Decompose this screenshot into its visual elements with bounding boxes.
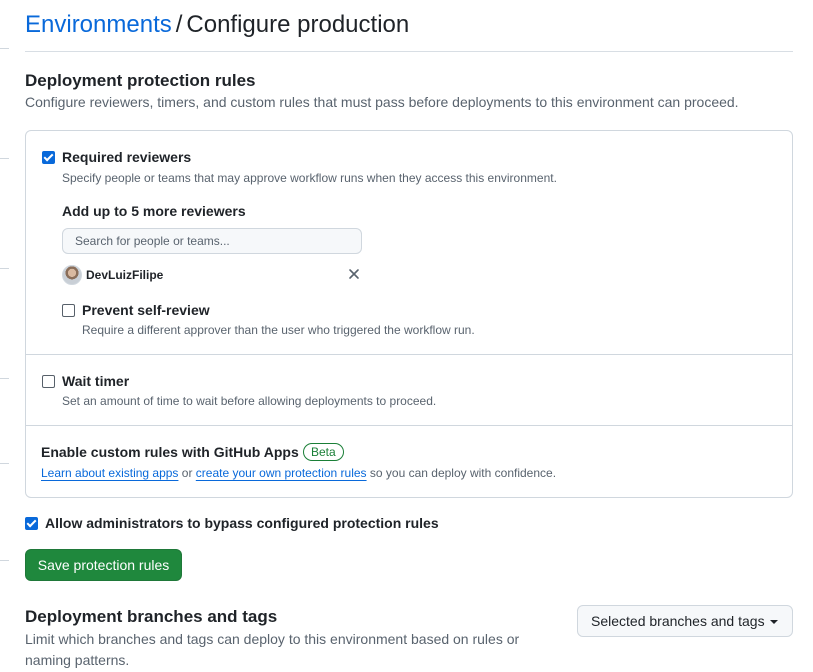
create-protection-rules-link[interactable]: create your own protection rules xyxy=(196,466,367,480)
gutter-divider xyxy=(0,48,9,49)
connector-text: or xyxy=(181,466,193,480)
required-reviewers-note: Specify people or teams that may approve… xyxy=(62,171,557,185)
section-divider xyxy=(26,354,792,355)
gutter-divider xyxy=(0,158,9,159)
section-divider xyxy=(26,425,792,426)
prevent-self-review-checkbox[interactable] xyxy=(62,304,75,317)
title-divider xyxy=(25,51,793,52)
prevent-self-review-note: Require a different approver than the us… xyxy=(82,323,475,337)
bypass-admins-checkbox[interactable] xyxy=(25,517,38,530)
reviewer-name: DevLuizFilipe xyxy=(86,268,164,282)
prevent-self-review-label: Prevent self-review xyxy=(82,302,210,318)
breadcrumb-separator: / xyxy=(175,11,183,38)
breadcrumb-environments-link[interactable]: Environments xyxy=(25,11,172,38)
triangle-down-icon xyxy=(770,620,778,624)
gutter-divider xyxy=(0,378,9,379)
learn-existing-apps-link[interactable]: Learn about existing apps xyxy=(41,466,178,480)
custom-rules-links: Learn about existing apps or create your… xyxy=(41,465,556,481)
protection-rules-description: Configure reviewers, timers, and custom … xyxy=(25,94,739,110)
breadcrumb-current: Configure production xyxy=(186,11,410,38)
page-title: Environments / Configure production xyxy=(25,10,409,40)
add-reviewers-label: Add up to 5 more reviewers xyxy=(62,203,246,219)
beta-badge: Beta xyxy=(303,443,344,461)
close-icon[interactable] xyxy=(346,266,362,282)
wait-timer-checkbox[interactable] xyxy=(42,375,55,388)
gutter-divider xyxy=(0,463,9,464)
branches-dropdown[interactable]: Selected branches and tags xyxy=(577,605,793,637)
wait-timer-note: Set an amount of time to wait before all… xyxy=(62,394,437,408)
wait-timer-label: Wait timer xyxy=(62,373,130,389)
required-reviewers-checkbox[interactable] xyxy=(42,151,55,164)
gutter-divider xyxy=(0,560,9,561)
branches-heading: Deployment branches and tags xyxy=(25,607,278,626)
reviewer-search-input[interactable] xyxy=(62,228,362,254)
protection-rules-box: Required reviewers Specify people or tea… xyxy=(25,130,793,498)
avatar xyxy=(62,265,82,285)
save-protection-rules-button[interactable]: Save protection rules xyxy=(25,549,182,581)
protection-rules-heading: Deployment protection rules xyxy=(25,71,256,90)
custom-rules-suffix: so you can deploy with confidence. xyxy=(369,466,557,480)
bypass-admins-label: Allow administrators to bypass configure… xyxy=(45,515,439,531)
required-reviewers-label: Required reviewers xyxy=(62,149,192,165)
branches-dropdown-value: Selected branches and tags xyxy=(591,613,765,629)
branches-description: Limit which branches and tags can deploy… xyxy=(25,631,520,668)
gutter-divider xyxy=(0,268,9,269)
custom-rules-label: Enable custom rules with GitHub Apps xyxy=(41,444,299,460)
